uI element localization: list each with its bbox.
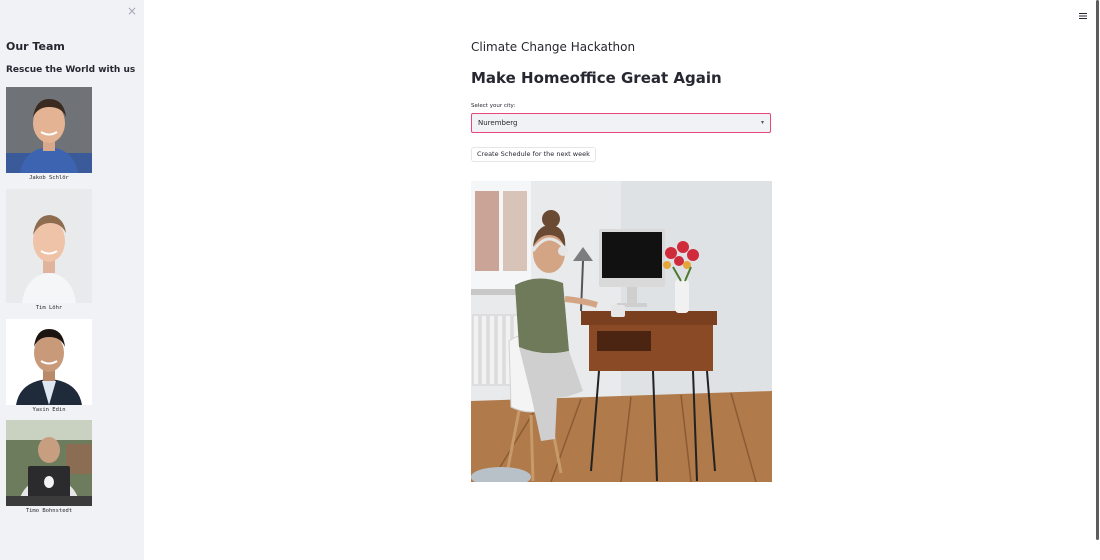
app-title: Climate Change Hackathon (471, 40, 636, 54)
main-content: Climate Change Hackathon Make Homeoffice… (144, 0, 1100, 560)
city-select-value: Nuremberg (478, 119, 518, 127)
team-member-photo (6, 319, 92, 405)
close-icon[interactable]: × (126, 5, 138, 17)
team-member-name: Timo Bohnstedt (25, 508, 73, 514)
team-member-card: Tim Löhr (6, 189, 92, 311)
city-select-label: Select your city: (471, 103, 516, 109)
team-member-name: Tim Löhr (35, 305, 63, 311)
sidebar-heading: Our Team (6, 40, 65, 53)
chevron-down-icon: ▾ (760, 119, 764, 126)
sidebar: × Our Team Rescue the World with us Jako… (0, 0, 144, 560)
team-member-photo (6, 420, 92, 506)
team-member-photo (6, 189, 92, 303)
city-select[interactable]: Nuremberg ▾ (471, 113, 771, 133)
hamburger-menu-icon[interactable] (1078, 6, 1088, 19)
sidebar-subheading: Rescue the World with us (6, 65, 136, 75)
team-member-name: Jakob Schlör (29, 175, 69, 181)
page-title: Make Homeoffice Great Again (471, 69, 722, 87)
team-member-name: Yasin Edin (32, 407, 66, 413)
team-member-card: Timo Bohnstedt (6, 420, 92, 514)
team-member-photo (6, 87, 92, 173)
team-member-card: Jakob Schlör (6, 87, 92, 181)
create-schedule-button[interactable]: Create Schedule for the next week (471, 147, 596, 162)
team-member-card: Yasin Edin (6, 319, 92, 413)
homeoffice-image (471, 181, 772, 482)
scrollbar[interactable] (1096, 0, 1099, 540)
